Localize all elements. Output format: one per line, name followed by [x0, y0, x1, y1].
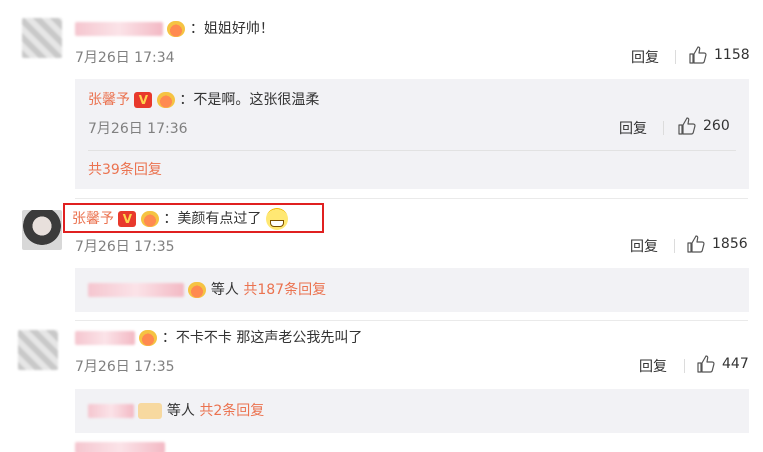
- subreply-summary: 等人 共187条回复: [88, 280, 326, 300]
- grin-emoji-icon: [265, 208, 288, 230]
- like-count: 260: [703, 118, 730, 134]
- crown-badge-icon: [138, 403, 163, 419]
- username-blurred[interactable]: [75, 22, 163, 36]
- thumb-up-icon: [677, 116, 697, 136]
- like-button[interactable]: 1158: [688, 45, 750, 65]
- reply-button[interactable]: 回复: [631, 47, 659, 67]
- crown-badge-icon: [140, 211, 159, 227]
- divider: [674, 239, 675, 253]
- crown-badge-icon: [188, 282, 207, 298]
- subreply-reply-button[interactable]: 回复: [619, 118, 647, 138]
- avatar[interactable]: [18, 330, 58, 370]
- username-blurred[interactable]: [88, 283, 184, 297]
- comment-line: ：不卡不卡 那这声老公我先叫了: [75, 328, 362, 348]
- comment-time: 7月26日 17:34: [75, 50, 175, 66]
- more-replies-link[interactable]: 共39条回复: [88, 160, 162, 180]
- divider: [663, 121, 664, 135]
- avatar[interactable]: [22, 18, 62, 58]
- verified-v-icon: V: [118, 211, 137, 227]
- like-button[interactable]: 447: [696, 354, 749, 374]
- more-replies-link[interactable]: 共187条回复: [243, 282, 326, 298]
- subreply-divider: [88, 150, 736, 151]
- subreply-time: 7月26日 17:36: [88, 121, 188, 137]
- thumb-up-icon: [696, 354, 716, 374]
- thumb-up-icon: [686, 234, 706, 254]
- comment-time: 7月26日 17:35: [75, 239, 175, 255]
- comment-text: ：姐姐好帅！: [189, 21, 274, 37]
- summary-label: 等人: [210, 282, 239, 298]
- avatar[interactable]: [22, 210, 62, 250]
- username-blurred[interactable]: [75, 331, 135, 345]
- summary-label: 等人: [166, 403, 195, 419]
- subreply-summary: 等人 共2条回复: [88, 401, 264, 421]
- row-divider: [75, 320, 748, 321]
- next-comment-partial: [75, 440, 225, 452]
- comment-text: ：不卡不卡 那这声老公我先叫了: [161, 330, 363, 346]
- subreply-line: 张馨予 V ：不是啊。这张很温柔: [88, 90, 319, 110]
- comment-time: 7月26日 17:35: [75, 359, 175, 375]
- like-count: 447: [722, 356, 749, 372]
- comment-text: ：美颜有点过了: [163, 211, 262, 227]
- username-blurred: [75, 442, 165, 452]
- comment-username[interactable]: 张馨予: [72, 211, 114, 227]
- divider: [675, 50, 676, 64]
- crown-badge-icon: [156, 92, 175, 108]
- verified-v-icon: V: [134, 92, 153, 108]
- subreply-username[interactable]: 张馨予: [88, 92, 130, 108]
- comment-line: ：姐姐好帅！: [75, 19, 274, 39]
- row-divider: [75, 198, 748, 199]
- username-blurred[interactable]: [88, 404, 134, 418]
- reply-button[interactable]: 回复: [639, 356, 667, 376]
- reply-button[interactable]: 回复: [630, 236, 658, 256]
- crown-badge-icon: [139, 330, 158, 346]
- like-count: 1856: [712, 236, 748, 252]
- subreply-text: ：不是啊。这张很温柔: [179, 92, 320, 108]
- crown-badge-icon: [167, 21, 186, 37]
- like-button[interactable]: 1856: [686, 234, 748, 254]
- divider: [684, 359, 685, 373]
- like-count: 1158: [714, 47, 750, 63]
- comment-line: 张馨予 V ：美颜有点过了: [72, 208, 288, 230]
- subreply-like-button[interactable]: 260: [677, 116, 730, 136]
- more-replies-link[interactable]: 共2条回复: [199, 403, 264, 419]
- thumb-up-icon: [688, 45, 708, 65]
